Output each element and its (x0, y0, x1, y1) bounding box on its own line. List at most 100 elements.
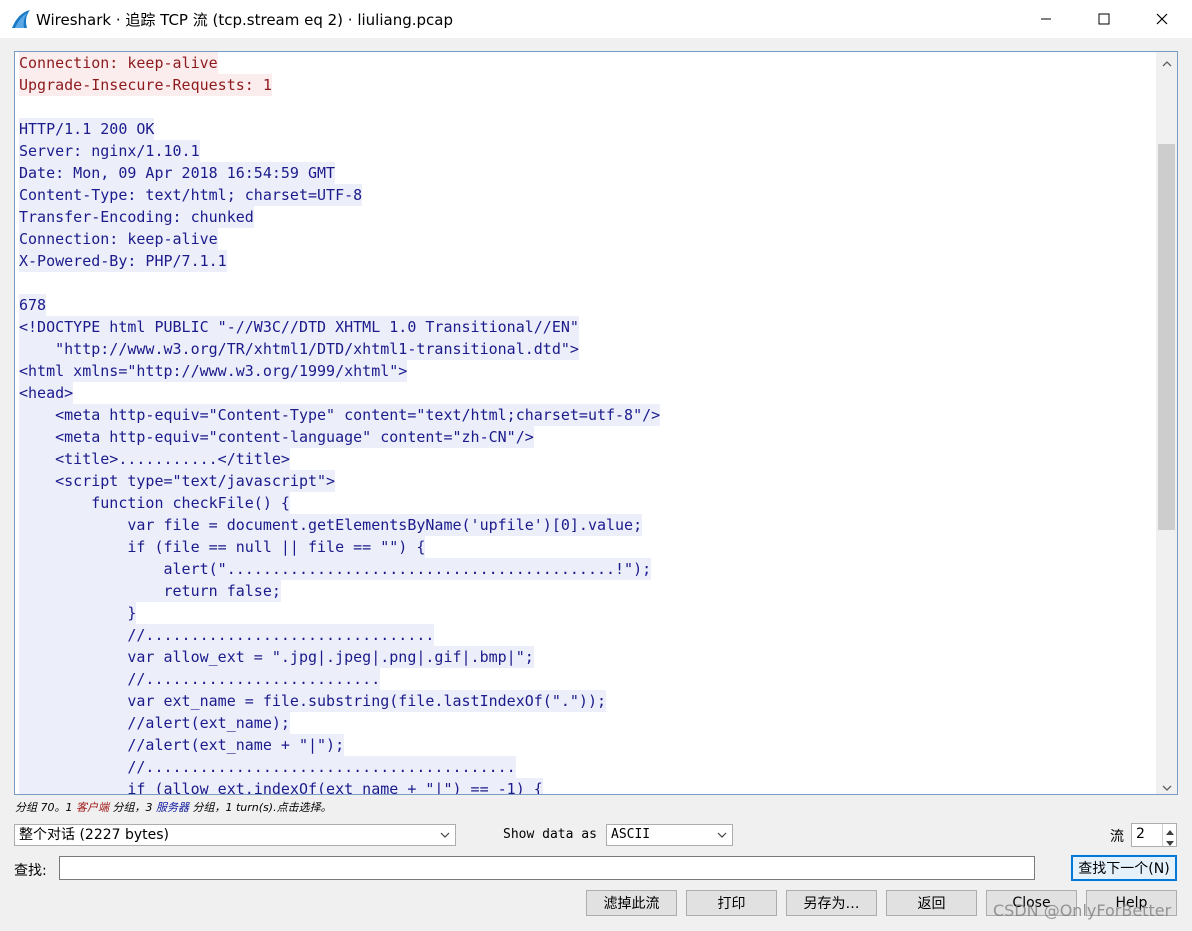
stream-line: function checkFile() { (19, 492, 1155, 514)
save-as-button[interactable]: 另存为… (786, 890, 877, 916)
stream-line: <meta http-equiv="Content-Type" content=… (19, 404, 1155, 426)
stream-number-spinbox[interactable]: 2 (1131, 823, 1177, 847)
scroll-up-button[interactable] (1156, 52, 1177, 70)
status-middle: 分组，3 (109, 801, 156, 814)
show-data-select[interactable]: ASCII (606, 824, 733, 846)
maximize-icon (1098, 13, 1110, 25)
print-button[interactable]: 打印 (686, 890, 777, 916)
stream-line: //alert(ext_name + "|"); (19, 734, 1155, 756)
server-text: <meta http-equiv="content-language" cont… (19, 426, 534, 448)
minimize-icon (1040, 13, 1052, 25)
stream-content-panel[interactable]: Connection: keep-alive Upgrade-Insecure-R… (14, 51, 1178, 795)
client-text: Upgrade-Insecure-Requests: 1 (19, 74, 272, 96)
vertical-scrollbar[interactable] (1156, 52, 1177, 794)
stream-line: if (file == null || file == "") { (19, 536, 1155, 558)
spin-down-button[interactable] (1163, 835, 1176, 846)
server-text: //.......................... (19, 668, 381, 690)
back-button[interactable]: 返回 (886, 890, 977, 916)
stream-line: Content-Type: text/html; charset=UTF-8 (19, 184, 1155, 206)
status-client-label: 客户端 (76, 801, 109, 814)
conversation-select-value: 整个对话 (2227 bytes) (19, 827, 170, 843)
stream-line: <title>...........</title> (19, 448, 1155, 470)
server-text: <script type="text/javascript"> (19, 470, 336, 492)
server-text: alert(".................................… (19, 558, 652, 580)
server-text: //................................ (19, 624, 435, 646)
server-text: <html xmlns="http://www.w3.org/1999/xhtm… (19, 360, 408, 382)
stream-line: //......................................… (19, 756, 1155, 778)
server-text: var file = document.getElementsByName('u… (19, 514, 643, 536)
title-bar: Wireshark · 追踪 TCP 流 (tcp.stream eq 2) ·… (0, 0, 1192, 38)
server-text: <meta http-equiv="Content-Type" content=… (19, 404, 661, 426)
server-text: var ext_name = file.substring(file.lastI… (19, 690, 606, 712)
stream-line (19, 96, 1155, 118)
stream-line: "http://www.w3.org/TR/xhtml1/DTD/xhtml1-… (19, 338, 1155, 360)
show-data-select-value: ASCII (611, 827, 651, 842)
stream-line: return false; (19, 580, 1155, 602)
server-text: <head> (19, 382, 74, 404)
server-text: if (file == null || file == "") { (19, 536, 426, 558)
server-text: function checkFile() { (19, 492, 290, 514)
find-next-button[interactable]: 查找下一个(N) (1071, 855, 1177, 881)
server-text: Server: nginx/1.10.1 (19, 140, 200, 162)
scroll-down-button[interactable] (1156, 776, 1177, 794)
server-text: "http://www.w3.org/TR/xhtml1/DTD/xhtml1-… (19, 338, 579, 360)
stream-line: <head> (19, 382, 1155, 404)
stream-line: Upgrade-Insecure-Requests: 1 (19, 74, 1155, 96)
stream-text-area[interactable]: Connection: keep-alive Upgrade-Insecure-R… (19, 52, 1155, 794)
find-label: 查找: (14, 863, 47, 879)
server-text: Connection: keep-alive (19, 228, 218, 250)
server-text: //......................................… (19, 756, 516, 778)
server-text: HTTP/1.1 200 OK (19, 118, 155, 140)
chevron-down-icon (1162, 776, 1172, 795)
stream-line: var allow_ext = ".jpg|.jpeg|.png|.gif|.b… (19, 646, 1155, 668)
maximize-button[interactable] (1075, 0, 1133, 38)
close-icon (1156, 13, 1168, 25)
status-prefix: 分组 70。1 (15, 801, 76, 814)
server-text: var allow_ext = ".jpg|.jpeg|.png|.gif|.b… (19, 646, 534, 668)
stream-number-value: 2 (1136, 826, 1145, 842)
stream-line: Server: nginx/1.10.1 (19, 140, 1155, 162)
triangle-down-icon (1165, 831, 1174, 850)
scrollbar-thumb[interactable] (1158, 144, 1175, 530)
stream-line: //................................ (19, 624, 1155, 646)
stream-line: Date: Mon, 09 Apr 2018 16:54:59 GMT (19, 162, 1155, 184)
status-server-label: 服务器 (156, 801, 189, 814)
server-text: //alert(ext_name + "|"); (19, 734, 345, 756)
stream-line: Connection: keep-alive (19, 52, 1155, 74)
find-input[interactable] (59, 856, 1035, 880)
stream-line: var file = document.getElementsByName('u… (19, 514, 1155, 536)
stream-line: 678 (19, 294, 1155, 316)
stream-line: Connection: keep-alive (19, 228, 1155, 250)
server-text: if (allow_ext.indexOf(ext_name + "|") ==… (19, 778, 543, 794)
status-suffix: 分组，1 turn(s).点击选择。 (189, 801, 332, 814)
stream-label: 流 (1110, 829, 1124, 845)
stream-line: <script type="text/javascript"> (19, 470, 1155, 492)
stream-line: Transfer-Encoding: chunked (19, 206, 1155, 228)
stream-line: //.......................... (19, 668, 1155, 690)
server-text: <title>...........</title> (19, 448, 290, 470)
chevron-up-icon (1162, 52, 1172, 71)
stream-line: alert(".................................… (19, 558, 1155, 580)
csdn-watermark: CSDN @OnlyForBetter (993, 901, 1172, 920)
conversation-select[interactable]: 整个对话 (2227 bytes) (14, 824, 456, 846)
minimize-button[interactable] (1017, 0, 1075, 38)
close-window-button[interactable] (1133, 0, 1191, 38)
server-text: <!DOCTYPE html PUBLIC "-//W3C//DTD XHTML… (19, 316, 579, 338)
chevron-down-icon (716, 825, 728, 852)
spinbox-buttons[interactable] (1162, 824, 1176, 846)
window-title: Wireshark · 追踪 TCP 流 (tcp.stream eq 2) ·… (36, 11, 453, 29)
server-text: //alert(ext_name); (19, 712, 290, 734)
stream-line: } (19, 602, 1155, 624)
server-text: Transfer-Encoding: chunked (19, 206, 254, 228)
stream-line: HTTP/1.1 200 OK (19, 118, 1155, 140)
server-text: 678 (19, 294, 47, 316)
stream-line: <meta http-equiv="content-language" cont… (19, 426, 1155, 448)
server-text: } (19, 602, 137, 624)
server-text: X-Powered-By: PHP/7.1.1 (19, 250, 227, 272)
filter-out-stream-button[interactable]: 滤掉此流 (586, 890, 677, 916)
server-text: Date: Mon, 09 Apr 2018 16:54:59 GMT (19, 162, 336, 184)
packet-summary-status: 分组 70。1 客户端 分组，3 服务器 分组，1 turn(s).点击选择。 (15, 799, 332, 815)
server-text: return false; (19, 580, 281, 602)
stream-line: var ext_name = file.substring(file.lastI… (19, 690, 1155, 712)
stream-line: <html xmlns="http://www.w3.org/1999/xhtm… (19, 360, 1155, 382)
